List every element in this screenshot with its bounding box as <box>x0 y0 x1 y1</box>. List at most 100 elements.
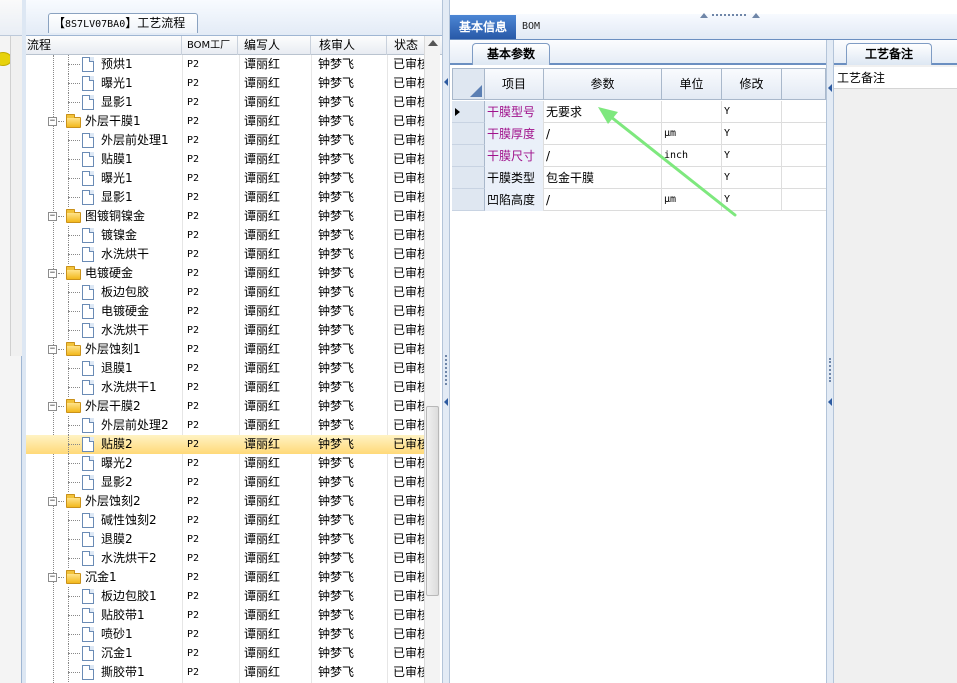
process-step-name: 电镀硬金 <box>101 304 150 318</box>
tree-step-row[interactable]: 碱性蚀刻2 P2 谭丽红 钟梦飞 已审核 <box>26 511 424 530</box>
process-flow-tab[interactable]: 【8S7LV07BA0】工艺流程 <box>48 13 198 33</box>
tree-step-row[interactable]: 外层前处理2 P2 谭丽红 钟梦飞 已审核 <box>26 416 424 435</box>
process-step-name: 退膜1 <box>101 361 133 375</box>
bom-factory: P2 <box>187 382 200 393</box>
tree-folder-row[interactable]: − 电镀硬金 P2 谭丽红 钟梦飞 已审核 <box>26 264 424 283</box>
tree-step-row[interactable]: 水洗烘干 P2 谭丽红 钟梦飞 已审核 <box>26 321 424 340</box>
process-grid-scrollbar[interactable] <box>424 36 440 683</box>
tree-step-row[interactable]: 镀镍金 P2 谭丽红 钟梦飞 已审核 <box>26 226 424 245</box>
params-col-unit[interactable]: 单位 <box>662 68 722 100</box>
tree-folder-row[interactable]: − 外层蚀刻2 P2 谭丽红 钟梦飞 已审核 <box>26 492 424 511</box>
author-name: 谭丽红 <box>244 380 281 394</box>
tab-basic-info[interactable]: 基本信息 <box>450 15 516 39</box>
tab-process-notes[interactable]: 工艺备注 <box>846 43 932 65</box>
params-col-item[interactable]: 项目 <box>485 68 544 100</box>
row-indicator[interactable] <box>452 167 485 189</box>
top-splitter-grip-icon[interactable] <box>700 7 760 18</box>
tree-step-row[interactable]: 贴胶带1 P2 谭丽红 钟梦飞 已审核 <box>26 606 424 625</box>
tree-step-row[interactable]: 水洗烘干1 P2 谭丽红 钟梦飞 已审核 <box>26 378 424 397</box>
tree-step-row[interactable]: 沉金1 P2 谭丽红 钟梦飞 已审核 <box>26 644 424 663</box>
tree-step-row[interactable]: 曝光1 P2 谭丽红 钟梦飞 已审核 <box>26 169 424 188</box>
tree-branch-line <box>58 216 64 217</box>
splitter-grip-icon[interactable] <box>445 355 447 385</box>
reviewer-name: 钟梦飞 <box>318 475 355 489</box>
process-step-name: 水洗烘干 <box>101 247 150 261</box>
right-splitter-grip-icon[interactable] <box>829 358 831 382</box>
document-icon <box>82 57 94 72</box>
tree-step-row[interactable]: 曝光1 P2 谭丽红 钟梦飞 已审核 <box>26 74 424 93</box>
col-header-bom-factory[interactable]: BOM工厂 <box>182 36 238 55</box>
bom-factory: P2 <box>187 420 200 431</box>
tree-folder-row[interactable]: − 图镀铜镍金 P2 谭丽红 钟梦飞 已审核 <box>26 207 424 226</box>
tree-step-row[interactable]: 显影2 P2 谭丽红 钟梦飞 已审核 <box>26 473 424 492</box>
collapse-toggle-icon[interactable]: − <box>48 402 57 411</box>
bom-factory: P2 <box>187 192 200 203</box>
document-icon <box>82 513 94 528</box>
tree-step-row[interactable]: 曝光2 P2 谭丽红 钟梦飞 已审核 <box>26 454 424 473</box>
collapsed-panel-scrollbar[interactable] <box>10 36 22 356</box>
author-name: 谭丽红 <box>244 399 281 413</box>
tree-step-row[interactable]: 撕胶带1 P2 谭丽红 钟梦飞 已审核 <box>26 663 424 682</box>
tab-basic-params[interactable]: 基本参数 <box>472 43 550 65</box>
col-header-status[interactable]: 状态 <box>387 36 424 55</box>
tree-step-row[interactable]: 贴膜1 P2 谭丽红 钟梦飞 已审核 <box>26 150 424 169</box>
author-name: 谭丽红 <box>244 627 281 641</box>
collapse-right-arrow-icon-2[interactable] <box>828 398 832 406</box>
params-col-value[interactable]: 参数 <box>544 68 662 100</box>
author-name: 谭丽红 <box>244 114 281 128</box>
tree-step-row[interactable]: 水洗烘干 P2 谭丽红 钟梦飞 已审核 <box>26 245 424 264</box>
tab-bom[interactable]: BOM <box>522 15 562 39</box>
col-header-process[interactable]: 流程 <box>26 36 182 55</box>
tree-step-row[interactable]: 电镀硬金 P2 谭丽红 钟梦飞 已审核 <box>26 302 424 321</box>
reviewer-name: 钟梦飞 <box>318 247 355 261</box>
tree-branch-line <box>68 558 80 559</box>
tree-step-row[interactable]: 预烘1 P2 谭丽红 钟梦飞 已审核 <box>26 55 424 74</box>
collapse-right-arrow-icon[interactable] <box>828 84 832 92</box>
tree-branch-line <box>68 520 80 521</box>
tree-folder-row[interactable]: − 外层干膜2 P2 谭丽红 钟梦飞 已审核 <box>26 397 424 416</box>
middle-splitter[interactable] <box>442 0 450 683</box>
status-text: 已审核 <box>393 57 424 71</box>
tree-step-row[interactable]: 显影1 P2 谭丽红 钟梦飞 已审核 <box>26 188 424 207</box>
collapse-left-arrow-icon[interactable] <box>444 78 448 86</box>
params-table-corner[interactable] <box>453 69 485 99</box>
tree-step-row[interactable]: 贴膜2 P2 谭丽红 钟梦飞 已审核 <box>26 435 424 454</box>
tree-step-row[interactable]: 显影1 P2 谭丽红 钟梦飞 已审核 <box>26 93 424 112</box>
status-text: 已审核 <box>393 152 424 166</box>
tree-step-row[interactable]: 喷砂1 P2 谭丽红 钟梦飞 已审核 <box>26 625 424 644</box>
bom-factory: P2 <box>187 496 200 507</box>
tree-step-row[interactable]: 水洗烘干2 P2 谭丽红 钟梦飞 已审核 <box>26 549 424 568</box>
col-header-reviewer[interactable]: 核审人 <box>311 36 387 55</box>
collapse-toggle-icon[interactable]: − <box>48 497 57 506</box>
tree-folder-row[interactable]: − 沉金1 P2 谭丽红 钟梦飞 已审核 <box>26 568 424 587</box>
collapse-toggle-icon[interactable]: − <box>48 269 57 278</box>
row-indicator[interactable] <box>452 101 485 123</box>
row-indicator[interactable] <box>452 189 485 211</box>
author-name: 谭丽红 <box>244 133 281 147</box>
row-indicator[interactable] <box>452 145 485 167</box>
status-text: 已审核 <box>393 456 424 470</box>
process-step-name: 沉金1 <box>85 570 117 584</box>
row-indicator[interactable] <box>452 123 485 145</box>
right-splitter[interactable] <box>826 40 834 683</box>
scrollbar-thumb[interactable] <box>426 406 439 596</box>
author-name: 谭丽红 <box>244 475 281 489</box>
params-col-modify[interactable]: 修改 <box>722 68 782 100</box>
tree-step-row[interactable]: 板边包胶1 P2 谭丽红 钟梦飞 已审核 <box>26 587 424 606</box>
scroll-up-arrow-icon[interactable] <box>428 40 438 46</box>
status-text: 已审核 <box>393 247 424 261</box>
collapse-toggle-icon[interactable]: − <box>48 345 57 354</box>
tree-step-row[interactable]: 外层前处理1 P2 谭丽红 钟梦飞 已审核 <box>26 131 424 150</box>
tree-branch-line <box>68 368 80 369</box>
col-header-author[interactable]: 编写人 <box>238 36 311 55</box>
tree-step-row[interactable]: 板边包胶 P2 谭丽红 钟梦飞 已审核 <box>26 283 424 302</box>
tree-folder-row[interactable]: − 外层干膜1 P2 谭丽红 钟梦飞 已审核 <box>26 112 424 131</box>
collapse-toggle-icon[interactable]: − <box>48 573 57 582</box>
tree-folder-row[interactable]: − 外层蚀刻1 P2 谭丽红 钟梦飞 已审核 <box>26 340 424 359</box>
collapse-toggle-icon[interactable]: − <box>48 212 57 221</box>
tree-step-row[interactable]: 退膜2 P2 谭丽红 钟梦飞 已审核 <box>26 530 424 549</box>
tree-step-row[interactable]: 退膜1 P2 谭丽红 钟梦飞 已审核 <box>26 359 424 378</box>
collapse-toggle-icon[interactable]: − <box>48 117 57 126</box>
collapse-left-arrow-icon-2[interactable] <box>444 398 448 406</box>
tree-branch-line <box>68 178 80 179</box>
